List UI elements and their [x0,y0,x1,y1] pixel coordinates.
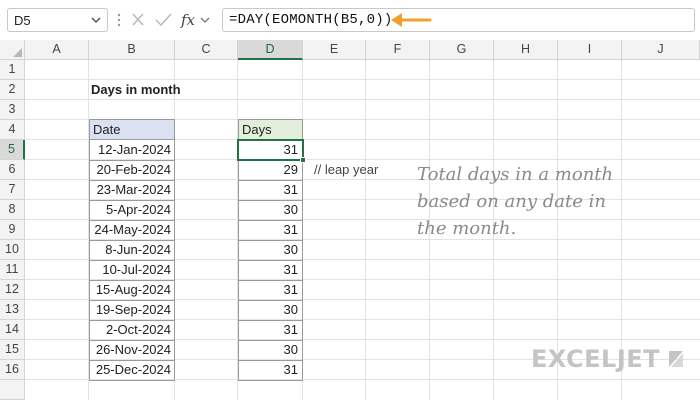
days-cell[interactable]: 31 [238,260,303,281]
date-cell[interactable]: 5-Apr-2024 [89,200,175,221]
column-header-i[interactable]: I [558,40,622,60]
column-header-e[interactable]: E [303,40,366,60]
days-cell[interactable]: 31 [238,180,303,201]
date-cell[interactable]: 26-Nov-2024 [89,340,175,361]
row-header-5[interactable]: 5 [0,140,25,160]
logo-mark-icon [669,351,683,367]
row-header-3[interactable]: 3 [0,100,25,120]
date-cell[interactable]: 10-Jul-2024 [89,260,175,281]
column-header-j[interactable]: J [622,40,700,60]
date-cell[interactable]: 23-Mar-2024 [89,180,175,201]
column-header-d[interactable]: D [238,40,303,60]
row-header-4[interactable]: 4 [0,120,25,140]
callout-note: Total days in a month based on any date … [417,161,687,242]
days-cell[interactable]: 31 [238,360,303,381]
column-header-c[interactable]: C [175,40,238,60]
date-cell[interactable]: 20-Feb-2024 [89,160,175,181]
days-cell[interactable]: 30 [238,240,303,261]
days-cell[interactable]: 30 [238,300,303,321]
days-cell[interactable]: 31 [238,140,303,161]
enter-check-icon[interactable] [155,13,172,27]
chevron-down-icon[interactable] [89,13,103,27]
gridline [365,60,366,400]
row-header-15[interactable]: 15 [0,340,25,360]
date-cell[interactable]: 8-Jun-2024 [89,240,175,261]
date-cell[interactable]: 24-May-2024 [89,220,175,241]
formula-text: =DAY(EOMONTH(B5,0)) [229,12,393,28]
days-cell[interactable]: 30 [238,200,303,221]
formula-buttons: fx [132,11,210,29]
days-cell[interactable]: 29 [238,160,303,181]
date-cell[interactable]: 15-Aug-2024 [89,280,175,301]
days-cell[interactable]: 30 [238,340,303,361]
date-cell[interactable]: 2-Oct-2024 [89,320,175,341]
column-header-h[interactable]: H [494,40,558,60]
name-box[interactable]: D5 [7,8,108,32]
arrow-left-icon [391,13,432,27]
date-cell[interactable]: 19-Sep-2024 [89,300,175,321]
cancel-icon[interactable] [132,13,144,26]
date-cell[interactable]: 12-Jan-2024 [89,140,175,161]
column-header-b[interactable]: B [89,40,175,60]
formula-bar: D5 fx =DAY(EOMONTH(B5,0)) [0,0,700,40]
row-header-2[interactable]: 2 [0,80,25,100]
corner-triangle-icon [13,48,22,57]
insert-function-icon[interactable]: fx [180,11,196,29]
column-header-g[interactable]: G [430,40,494,60]
row-header-1[interactable]: 1 [0,60,25,80]
row-header-17[interactable] [0,380,25,400]
date-column-header[interactable]: Date [89,119,175,140]
row-header-6[interactable]: 6 [0,160,25,180]
column-header-a[interactable]: A [25,40,89,60]
row-header-11[interactable]: 11 [0,260,25,280]
formula-input[interactable]: =DAY(EOMONTH(B5,0)) [222,8,695,32]
row-header-16[interactable]: 16 [0,360,25,380]
select-all-corner[interactable] [0,40,25,60]
row-header-9[interactable]: 9 [0,220,25,240]
callout-line: based on any date in [417,191,606,212]
sheet-title[interactable]: Days in month [91,80,181,100]
logo-text: EXCELJET [531,345,661,373]
row-header-7[interactable]: 7 [0,180,25,200]
drag-handle-icon[interactable] [117,13,121,27]
days-cell[interactable]: 31 [238,220,303,241]
row-header-10[interactable]: 10 [0,240,25,260]
formula-expand-chevron-icon[interactable] [200,17,210,23]
name-box-value: D5 [14,13,31,28]
row-header-13[interactable]: 13 [0,300,25,320]
callout-line: the month. [417,218,517,239]
row-header-12[interactable]: 12 [0,280,25,300]
days-column-header[interactable]: Days [238,119,303,140]
days-cell[interactable]: 31 [238,280,303,301]
row-header-8[interactable]: 8 [0,200,25,220]
date-cell[interactable]: 25-Dec-2024 [89,360,175,381]
days-cell[interactable]: 31 [238,320,303,341]
leap-year-note[interactable]: // leap year [314,160,378,180]
column-header-f[interactable]: F [366,40,430,60]
row-header-14[interactable]: 14 [0,320,25,340]
callout-line: Total days in a month [417,164,614,185]
